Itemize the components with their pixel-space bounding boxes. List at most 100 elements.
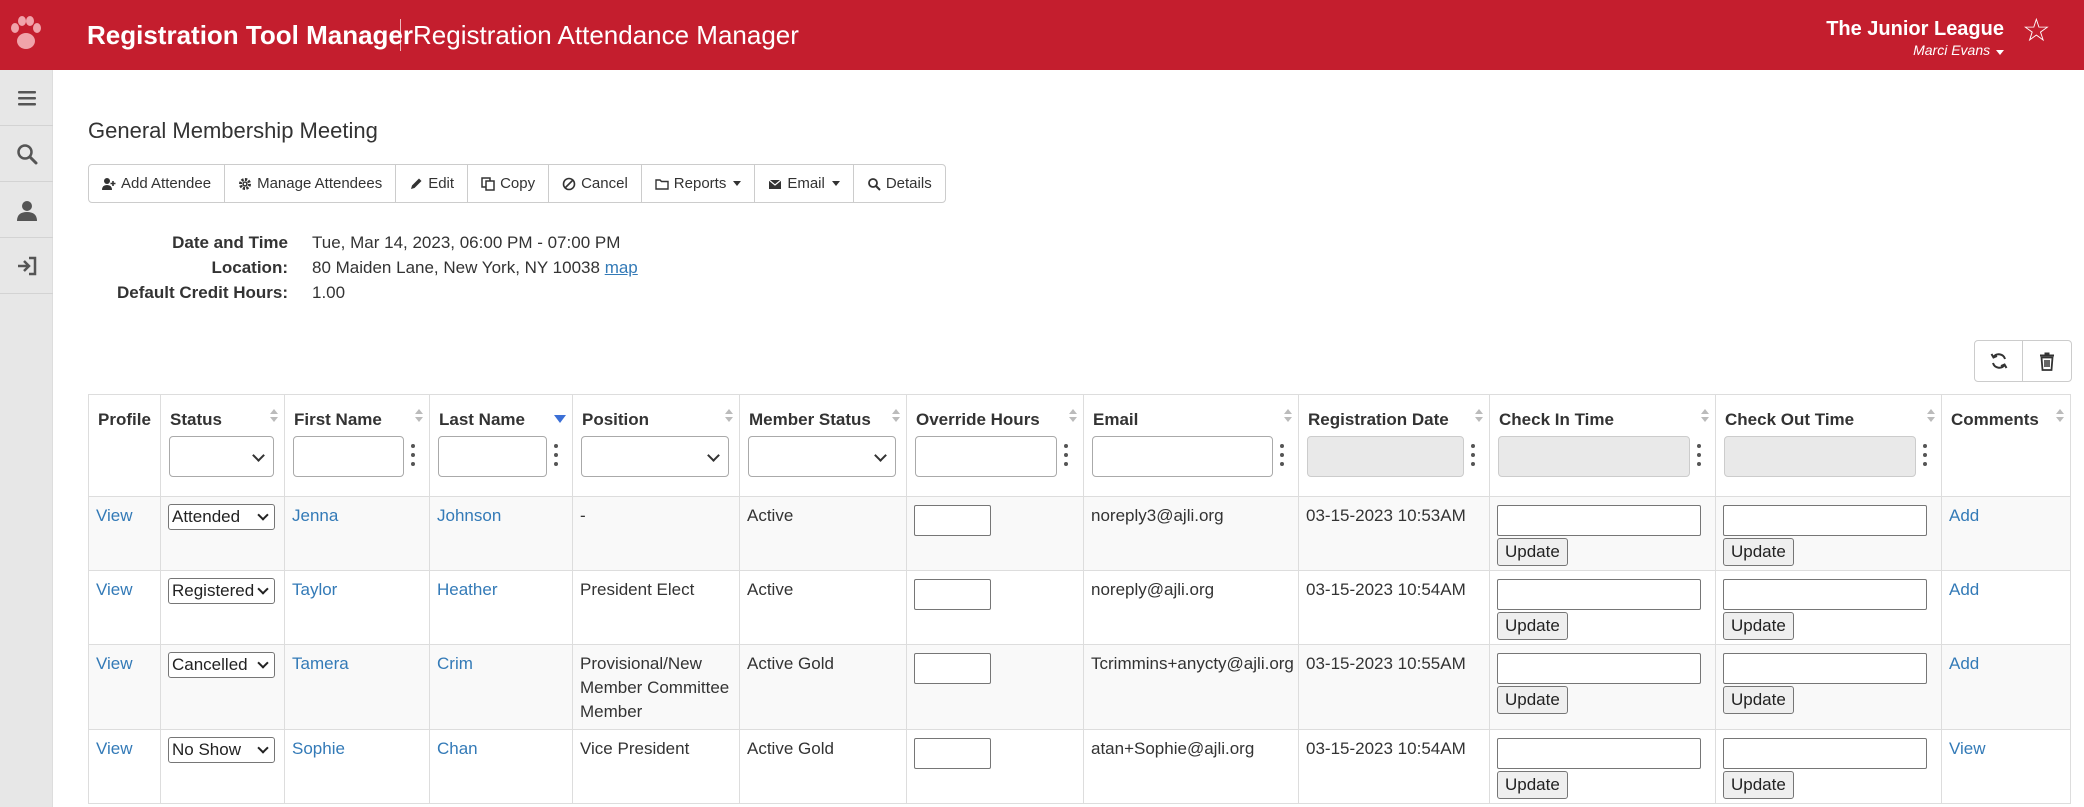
profile-view-link[interactable]: View xyxy=(96,654,133,673)
sort-icon[interactable] xyxy=(1927,409,1935,423)
profile-view-link[interactable]: View xyxy=(96,506,133,525)
filter-options-icon[interactable] xyxy=(411,444,415,468)
check-out-update-button[interactable]: Update xyxy=(1723,771,1794,799)
filter-options-icon[interactable] xyxy=(1923,444,1927,468)
last-name-filter-input[interactable] xyxy=(438,436,547,477)
column-header-check-out-time[interactable]: Check Out Time xyxy=(1715,394,1942,497)
sort-icon[interactable] xyxy=(1069,409,1077,423)
filter-options-icon[interactable] xyxy=(554,444,558,468)
sort-icon[interactable] xyxy=(1284,409,1292,423)
delete-button[interactable] xyxy=(2023,341,2071,381)
last-name-link[interactable]: Crim xyxy=(437,654,473,673)
column-header-email[interactable]: Email xyxy=(1083,394,1299,497)
sort-icon[interactable] xyxy=(1701,409,1709,423)
add-attendee-button[interactable]: Add Attendee xyxy=(89,165,226,202)
last-name-link[interactable]: Chan xyxy=(437,739,478,758)
map-link[interactable]: map xyxy=(605,258,638,277)
status-filter-select[interactable] xyxy=(169,436,274,477)
sidebar-item-profile[interactable] xyxy=(0,182,53,238)
check-out-input[interactable] xyxy=(1723,738,1927,769)
cancel-button[interactable]: Cancel xyxy=(549,165,642,202)
status-select[interactable]: Cancelled xyxy=(168,652,275,678)
check-out-input[interactable] xyxy=(1723,579,1927,610)
column-header-position[interactable]: Position xyxy=(572,394,740,497)
sidebar-item-logout[interactable] xyxy=(0,238,53,294)
comments-link[interactable]: View xyxy=(1949,739,1986,758)
override-hours-input[interactable] xyxy=(914,653,991,684)
column-header-first-name[interactable]: First Name xyxy=(284,394,430,497)
override-hours-filter-input[interactable] xyxy=(915,436,1057,477)
sort-icon[interactable] xyxy=(2056,409,2064,423)
user-icon xyxy=(16,200,37,221)
check-out-input[interactable] xyxy=(1723,653,1927,684)
sort-icon[interactable] xyxy=(415,409,423,423)
status-select[interactable]: Registered xyxy=(168,578,275,604)
profile-view-link[interactable]: View xyxy=(96,739,133,758)
column-header-member-status[interactable]: Member Status xyxy=(739,394,907,497)
override-hours-input[interactable] xyxy=(914,738,991,769)
first-name-link[interactable]: Taylor xyxy=(292,580,337,599)
status-select[interactable]: Attended xyxy=(168,504,275,530)
check-out-update-button[interactable]: Update xyxy=(1723,612,1794,640)
profile-view-link[interactable]: View xyxy=(96,580,133,599)
sidebar-item-menu[interactable] xyxy=(0,70,53,126)
override-hours-input[interactable] xyxy=(914,505,991,536)
event-info-values: Tue, Mar 14, 2023, 06:00 PM - 07:00 PM 8… xyxy=(312,230,638,305)
check-in-update-button[interactable]: Update xyxy=(1497,686,1568,714)
sort-icon[interactable] xyxy=(725,409,733,423)
check-out-update-button[interactable]: Update xyxy=(1723,538,1794,566)
column-header-status[interactable]: Status xyxy=(160,394,285,497)
filter-options-icon[interactable] xyxy=(1471,444,1475,468)
column-header-check-in-time[interactable]: Check In Time xyxy=(1489,394,1716,497)
check-in-update-button[interactable]: Update xyxy=(1497,612,1568,640)
filter-options-icon[interactable] xyxy=(1697,444,1701,468)
sort-icon[interactable] xyxy=(270,409,278,423)
check-out-input[interactable] xyxy=(1723,505,1927,536)
check-in-filter-input[interactable] xyxy=(1498,436,1690,477)
last-name-link[interactable]: Heather xyxy=(437,580,497,599)
sidebar-item-search[interactable] xyxy=(0,126,53,182)
filter-options-icon[interactable] xyxy=(1064,444,1068,468)
comments-link[interactable]: Add xyxy=(1949,654,1979,673)
check-in-update-button[interactable]: Update xyxy=(1497,771,1568,799)
last-name-link[interactable]: Johnson xyxy=(437,506,501,525)
position-filter-select[interactable] xyxy=(581,436,729,477)
status-select[interactable]: No Show xyxy=(168,737,275,763)
check-out-update-button[interactable]: Update xyxy=(1723,686,1794,714)
copy-button[interactable]: Copy xyxy=(468,165,550,202)
sort-descending-icon[interactable] xyxy=(554,415,566,423)
app-title[interactable]: Registration Tool Manager xyxy=(87,20,413,51)
user-menu[interactable]: Marci Evans xyxy=(1913,42,2004,58)
filter-options-icon[interactable] xyxy=(1280,444,1284,468)
reports-dropdown[interactable]: Reports xyxy=(642,165,756,202)
refresh-button[interactable] xyxy=(1975,341,2023,381)
paw-logo-icon[interactable] xyxy=(9,14,43,54)
check-in-input[interactable] xyxy=(1497,653,1701,684)
first-name-link[interactable]: Sophie xyxy=(292,739,345,758)
column-header-comments[interactable]: Comments xyxy=(1941,394,2071,497)
check-in-input[interactable] xyxy=(1497,579,1701,610)
override-hours-input[interactable] xyxy=(914,579,991,610)
column-header-registration-date[interactable]: Registration Date xyxy=(1298,394,1490,497)
column-header-override-hours[interactable]: Override Hours xyxy=(906,394,1084,497)
first-name-filter-input[interactable] xyxy=(293,436,404,477)
sort-icon[interactable] xyxy=(1475,409,1483,423)
check-in-input[interactable] xyxy=(1497,738,1701,769)
column-header-last-name[interactable]: Last Name xyxy=(429,394,573,497)
email-filter-input[interactable] xyxy=(1092,436,1273,477)
sort-icon[interactable] xyxy=(892,409,900,423)
check-out-filter-input[interactable] xyxy=(1724,436,1916,477)
first-name-link[interactable]: Jenna xyxy=(292,506,338,525)
check-in-input[interactable] xyxy=(1497,505,1701,536)
member-status-filter-select[interactable] xyxy=(748,436,896,477)
star-icon[interactable]: ☆ xyxy=(2022,12,2051,48)
first-name-link[interactable]: Tamera xyxy=(292,654,349,673)
details-button[interactable]: Details xyxy=(854,165,945,202)
check-in-update-button[interactable]: Update xyxy=(1497,538,1568,566)
comments-link[interactable]: Add xyxy=(1949,506,1979,525)
comments-link[interactable]: Add xyxy=(1949,580,1979,599)
email-dropdown[interactable]: Email xyxy=(755,165,854,202)
manage-attendees-button[interactable]: Manage Attendees xyxy=(225,165,397,202)
edit-button[interactable]: Edit xyxy=(396,165,469,202)
registration-date-filter-input[interactable] xyxy=(1307,436,1464,477)
